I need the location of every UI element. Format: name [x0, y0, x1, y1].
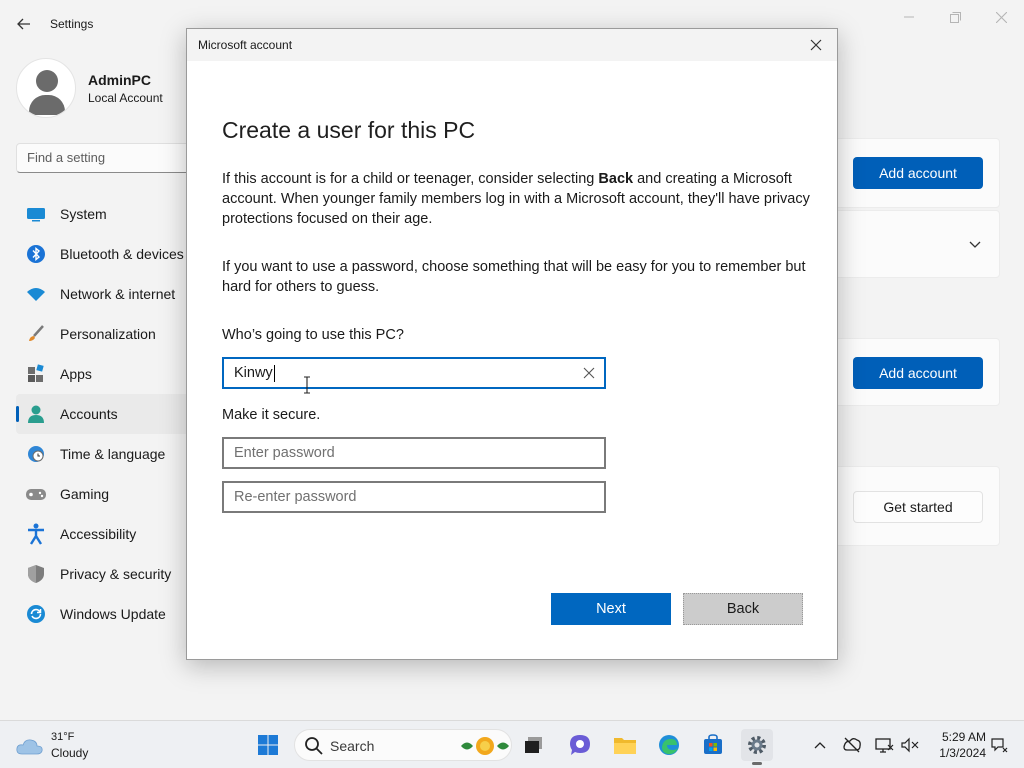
- restore-icon[interactable]: [932, 6, 978, 28]
- weather-description: Cloudy: [51, 746, 89, 760]
- next-button[interactable]: Next: [551, 593, 671, 625]
- add-account-button[interactable]: Add account: [853, 157, 983, 189]
- settings-gear-icon[interactable]: [741, 729, 773, 765]
- search-label: Search: [330, 738, 375, 754]
- nav-label: System: [60, 206, 107, 222]
- para-text: If this account is for a child or teenag…: [222, 171, 599, 187]
- nav-label: Accessibility: [60, 526, 137, 542]
- notification-icon[interactable]: [987, 733, 1011, 757]
- clock-time: 5:29 AM: [941, 730, 986, 744]
- system-clock[interactable]: 5:29 AM 1/3/2024: [926, 729, 986, 761]
- search-highlight-icon: [459, 733, 511, 759]
- dialog-titlebar: Microsoft account: [187, 29, 837, 61]
- nav-label: Privacy & security: [60, 566, 172, 582]
- nav-label: Accounts: [60, 406, 118, 422]
- shield-icon: [25, 563, 47, 585]
- back-arrow-icon[interactable]: [12, 12, 36, 36]
- update-icon: [25, 603, 47, 625]
- start-button[interactable]: [252, 729, 284, 761]
- password-placeholder: Enter password: [234, 445, 335, 461]
- edge-browser-icon[interactable]: [653, 729, 685, 761]
- clock-date: 1/3/2024: [939, 746, 986, 760]
- password-info: If you want to use a password, choose so…: [222, 259, 806, 295]
- bluetooth-icon: [25, 243, 47, 265]
- secure-label: Make it secure.: [222, 407, 321, 423]
- ibeam-cursor-icon: [302, 376, 312, 394]
- username-value: Kinwy: [234, 365, 273, 381]
- text-caret: [273, 364, 275, 382]
- brush-icon: [25, 323, 47, 345]
- chevron-down-icon[interactable]: [966, 236, 984, 254]
- dialog-title: Microsoft account: [198, 38, 293, 52]
- settings-nav: System Bluetooth & devices Network & int…: [16, 194, 196, 634]
- reenter-password-placeholder: Re-enter password: [234, 489, 357, 505]
- cloud-icon: [16, 737, 44, 755]
- username-label: Who’s going to use this PC?: [222, 327, 404, 343]
- wifi-icon: [25, 283, 47, 305]
- network-disconnected-icon[interactable]: [840, 733, 864, 757]
- nav-item-accounts[interactable]: Accounts: [16, 394, 196, 434]
- password-input[interactable]: Enter password: [222, 437, 606, 469]
- clear-text-icon[interactable]: [580, 364, 598, 382]
- system-icon: [25, 203, 47, 225]
- nav-item-personalization[interactable]: Personalization: [16, 314, 196, 354]
- profile-account-type: Local Account: [88, 91, 163, 105]
- nav-item-gaming[interactable]: Gaming: [16, 474, 196, 514]
- nav-item-time-language[interactable]: Time & language: [16, 434, 196, 474]
- close-icon[interactable]: [803, 35, 829, 55]
- reenter-password-input[interactable]: Re-enter password: [222, 481, 606, 513]
- nav-label: Apps: [60, 366, 92, 382]
- nav-label: Gaming: [60, 486, 110, 502]
- microsoft-account-dialog: Microsoft account Create a user for this…: [186, 28, 838, 660]
- back-emphasis: Back: [598, 171, 634, 187]
- minimize-icon[interactable]: [886, 6, 932, 28]
- speaker-muted-icon[interactable]: [898, 733, 922, 757]
- dialog-heading: Create a user for this PC: [222, 117, 476, 143]
- child-account-info: If this account is for a child or teenag…: [222, 169, 812, 229]
- nav-label: Bluetooth & devices: [60, 246, 184, 262]
- file-explorer-icon[interactable]: [609, 729, 641, 761]
- weather-widget[interactable]: 31°F Cloudy: [16, 729, 106, 761]
- nav-label: Network & internet: [60, 286, 176, 302]
- apps-icon: [25, 363, 47, 385]
- close-icon[interactable]: [978, 6, 1024, 28]
- monitor-network-icon[interactable]: [872, 733, 896, 757]
- taskbar-search[interactable]: Search: [294, 729, 512, 761]
- nav-item-network[interactable]: Network & internet: [16, 274, 196, 314]
- nav-item-privacy[interactable]: Privacy & security: [16, 554, 196, 594]
- store-icon[interactable]: [697, 729, 729, 761]
- nav-label: Time & language: [60, 446, 166, 462]
- chat-icon[interactable]: [564, 729, 596, 761]
- avatar: [16, 58, 76, 118]
- app-title: Settings: [50, 17, 94, 31]
- task-view-icon[interactable]: [518, 729, 550, 761]
- nav-label: Windows Update: [60, 606, 166, 622]
- search-icon: [304, 736, 324, 756]
- windows-logo-icon: [258, 735, 278, 755]
- nav-item-apps[interactable]: Apps: [16, 354, 196, 394]
- nav-item-windows-update[interactable]: Windows Update: [16, 594, 196, 634]
- accounts-icon: [25, 403, 47, 425]
- weather-temperature: 31°F: [51, 731, 75, 743]
- globe-clock-icon: [25, 443, 47, 465]
- get-started-button[interactable]: Get started: [853, 491, 983, 523]
- accessibility-icon: [25, 523, 47, 545]
- gamepad-icon: [25, 483, 47, 505]
- nav-item-system[interactable]: System: [16, 194, 196, 234]
- chevron-up-icon[interactable]: [808, 733, 832, 757]
- back-button[interactable]: Back: [683, 593, 803, 625]
- nav-item-bluetooth[interactable]: Bluetooth & devices: [16, 234, 196, 274]
- taskbar: 31°F Cloudy Search 5:29 AM 1/3/2024: [0, 720, 1024, 768]
- profile-name: AdminPC: [88, 72, 151, 88]
- nav-item-accessibility[interactable]: Accessibility: [16, 514, 196, 554]
- username-input[interactable]: Kinwy: [222, 357, 606, 389]
- nav-label: Personalization: [60, 326, 156, 342]
- add-account-button[interactable]: Add account: [853, 357, 983, 389]
